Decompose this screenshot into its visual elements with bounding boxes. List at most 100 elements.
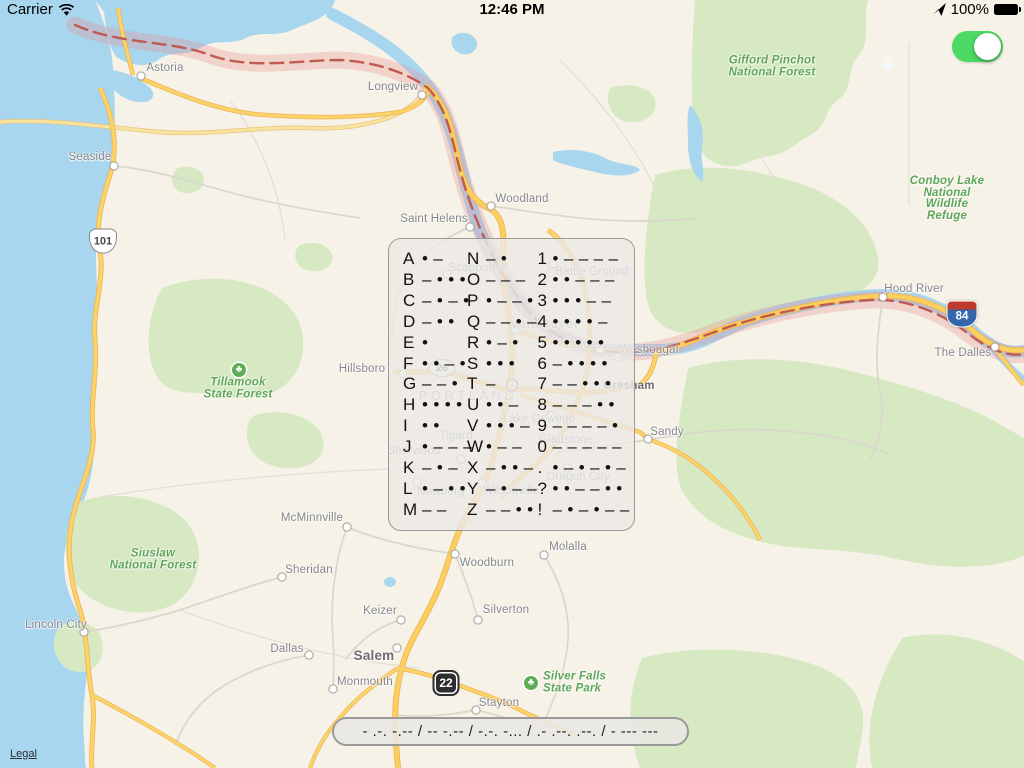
morse-row-8: 8– – – • •	[538, 395, 631, 416]
morse-code: – • – –	[486, 478, 538, 498]
morse-code: – – –	[486, 270, 527, 290]
morse-character: Y	[467, 478, 479, 498]
morse-code: •	[422, 332, 429, 352]
morse-character: F	[403, 353, 414, 373]
morse-character: 5	[537, 332, 547, 352]
morse-code: • • –	[486, 395, 520, 415]
morse-row-b: B – • • •	[403, 270, 467, 291]
morse-code: – – • • •	[552, 374, 612, 394]
morse-code: • • • • •	[552, 332, 605, 352]
morse-character: !	[537, 499, 543, 519]
morse-character: L	[403, 478, 413, 498]
morse-character: 6	[537, 353, 547, 373]
morse-row-n: N – •	[467, 249, 538, 270]
morse-row-p: P • – – •	[467, 291, 538, 312]
morse-code: – • – • – –	[552, 499, 631, 519]
morse-character: 8	[537, 395, 547, 415]
morse-character: H	[403, 395, 416, 415]
morse-character: 1	[537, 249, 547, 269]
morse-row-t: T –	[467, 374, 538, 395]
morse-code: – • • • •	[552, 353, 609, 373]
morse-character: R	[467, 332, 480, 352]
morse-character: I	[403, 416, 408, 436]
maps-app-screen: 101268422♣♣ AstoriaSeasideLongviewWoodla…	[0, 0, 1024, 768]
overlay-toggle-switch[interactable]	[952, 31, 1003, 62]
morse-code: • –	[422, 249, 444, 269]
morse-character: T	[467, 374, 478, 394]
morse-row-q: Q – – • –	[467, 312, 538, 333]
morse-code: • • – •	[422, 353, 467, 373]
morse-code: – – – – –	[552, 437, 623, 457]
morse-code: – • • –	[486, 457, 535, 477]
morse-code: – – • •	[486, 499, 535, 519]
morse-character: O	[467, 270, 481, 290]
morse-code: • – • •	[422, 478, 467, 498]
morse-character: D	[403, 311, 416, 331]
morse-character: K	[403, 457, 415, 477]
morse-row-2: 2 • • – – –	[538, 270, 631, 291]
morse-row-m: M – –	[403, 499, 467, 520]
morse-character: E	[403, 332, 415, 352]
morse-character: U	[467, 395, 480, 415]
morse-code: • • •	[486, 353, 516, 373]
morse-row-: ? • • – – • •	[538, 478, 631, 499]
morse-row-z: Z – – • •	[467, 499, 538, 520]
morse-row-c: C – • – •	[403, 291, 471, 312]
morse-column: N – • O – – – P • – – • Q – – • – R • – • S • • • T –…	[467, 249, 538, 520]
location-arrow-icon	[932, 3, 946, 16]
morse-message-text: - .-. -.-- / -- -.-- / -.-. -... / .- .-…	[362, 723, 659, 740]
morse-code: • • • • –	[552, 311, 609, 331]
morse-row-x: X – • • –	[467, 457, 538, 478]
morse-code: – •	[486, 249, 508, 269]
morse-code: • • • –	[486, 416, 531, 436]
morse-code: • • • •	[422, 395, 464, 415]
morse-row-u: U • • –	[467, 395, 538, 416]
morse-row-6: 6– • • • •	[538, 353, 631, 374]
morse-character: N	[467, 249, 480, 269]
morse-character: V	[467, 416, 479, 436]
battery-percent: 100%	[950, 1, 989, 18]
morse-row-r: R • – •	[467, 332, 538, 353]
morse-character: 0	[537, 437, 547, 457]
morse-row-4: 4 • • • • –	[538, 312, 631, 333]
morse-row-: ! – • – • – –	[538, 499, 631, 520]
morse-code: – • •	[422, 311, 456, 331]
morse-row-1: 1 • – – – –	[538, 249, 631, 270]
legal-link[interactable]: Legal	[10, 748, 37, 760]
morse-row-h: H • • • •	[403, 395, 467, 416]
morse-code: – –	[422, 499, 448, 519]
morse-code: – – • –	[486, 311, 538, 331]
morse-code: – • • •	[422, 270, 467, 290]
morse-row-g: G – – •	[403, 374, 467, 395]
morse-character: Z	[467, 499, 478, 519]
morse-code: • – – •	[486, 291, 535, 311]
morse-row-7: 7– – • • •	[538, 374, 631, 395]
morse-character: 9	[537, 416, 547, 436]
morse-character: ?	[537, 478, 547, 498]
morse-row-j: J • – – –	[403, 437, 473, 458]
morse-code: • • – – • •	[552, 478, 624, 498]
morse-character: C	[403, 291, 416, 311]
morse-character: 3	[537, 291, 547, 311]
morse-code: • • – – –	[552, 270, 616, 290]
morse-code: – – – • •	[552, 395, 616, 415]
morse-code: – – •	[422, 374, 459, 394]
morse-row-9: 9– – – – •	[538, 416, 631, 437]
morse-column: 1 • – – – –2 • • – – –3 • • • – –4 • • • • –…	[538, 249, 631, 520]
morse-character: Q	[467, 311, 481, 331]
morse-row-v: V • • • –	[467, 416, 538, 437]
morse-code: • – – –	[422, 437, 474, 457]
morse-code: • • • – –	[552, 291, 612, 311]
morse-character: W	[467, 437, 484, 457]
morse-row-a: A • –	[403, 249, 467, 270]
morse-code: –	[486, 374, 497, 394]
morse-code: • – –	[486, 437, 523, 457]
morse-character: J	[403, 437, 412, 457]
morse-row-w: W • – –	[467, 437, 538, 458]
morse-message-bar: - .-. -.-- / -- -.-- / -.-. -... / .- .-…	[332, 717, 689, 746]
morse-row-: . • – • – • –	[538, 457, 631, 478]
morse-row-l: L • – • •	[403, 478, 467, 499]
morse-code: – – – – •	[552, 416, 619, 436]
morse-code: – • – •	[422, 291, 471, 311]
clock: 12:46 PM	[479, 1, 545, 18]
